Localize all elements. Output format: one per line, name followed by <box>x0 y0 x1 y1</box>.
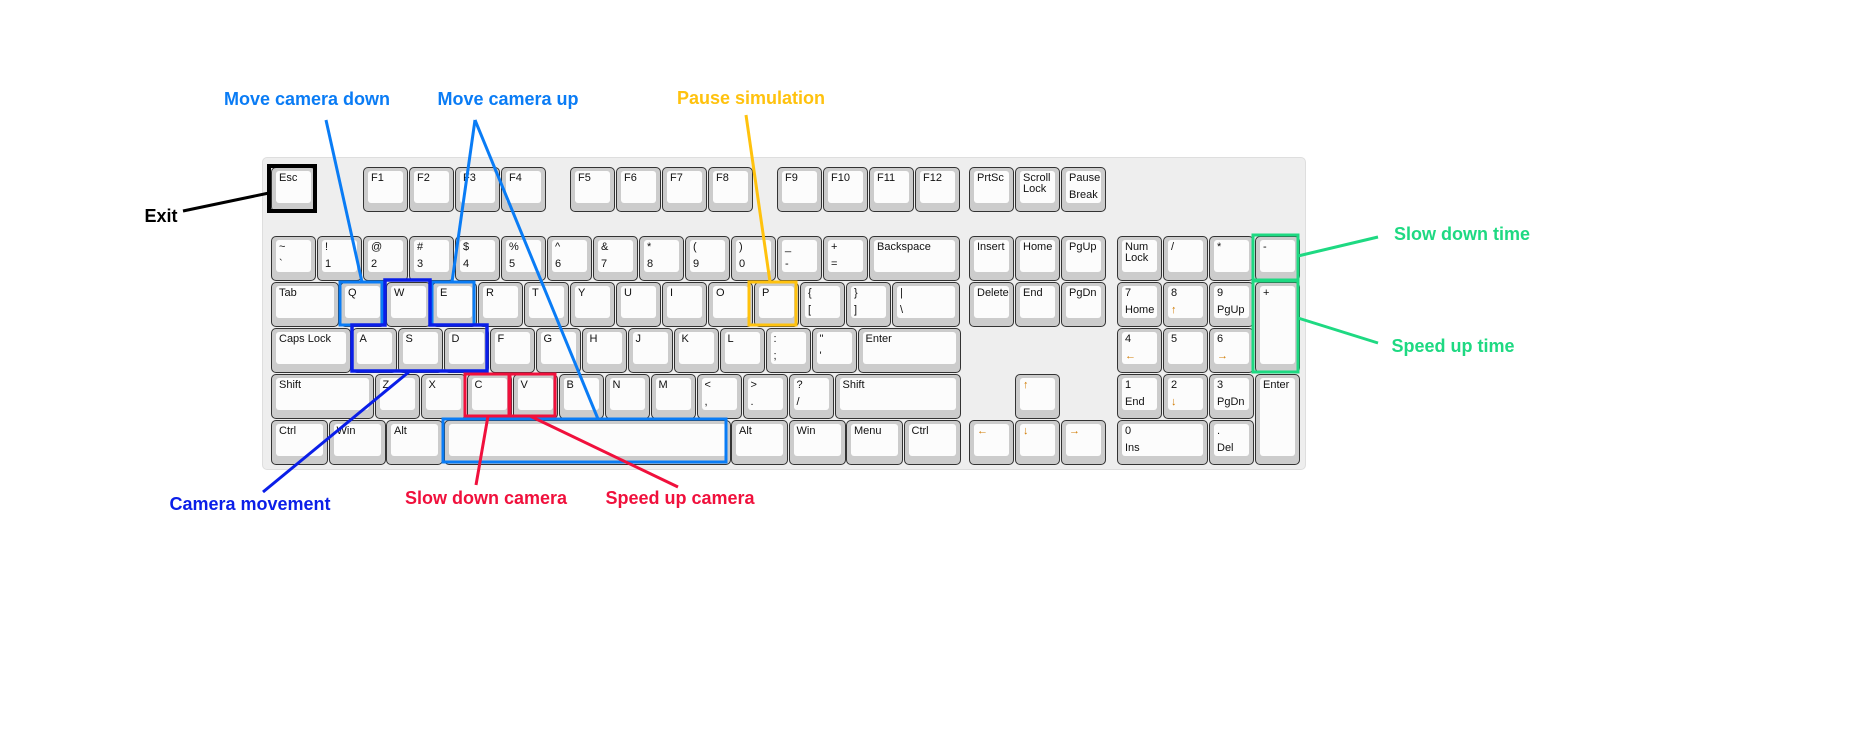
line-exit <box>182 191 270 213</box>
label-speed-up-time: Speed up time <box>1391 336 1515 356</box>
annotation-overlay <box>182 114 1379 494</box>
line-slow-down-time <box>1297 235 1379 258</box>
highlight-q <box>338 280 384 327</box>
highlight-c <box>463 372 511 418</box>
line-speed-up-camera <box>529 414 679 489</box>
label-exit: Exit <box>144 206 178 226</box>
highlight-numpad-plus <box>1251 279 1300 374</box>
highlight-p <box>747 280 798 327</box>
label-speed-up-camera: Speed up camera <box>605 488 755 508</box>
label-slow-down-time: Slow down time <box>1393 224 1531 244</box>
highlight-esc <box>267 164 317 213</box>
line-pause-simulation <box>744 114 772 283</box>
label-pause-simulation: Pause simulation <box>676 88 826 108</box>
highlight-wasd <box>350 278 489 373</box>
label-move-camera-up: Move camera up <box>437 89 579 109</box>
highlight-numpad-minus <box>1251 233 1300 282</box>
line-move-camera-down <box>324 119 364 283</box>
highlight-e <box>430 280 476 327</box>
label-camera-movement: Camera movement <box>169 494 331 514</box>
line-move-camera-up-e <box>450 119 477 283</box>
label-slow-down-camera: Slow down camera <box>404 488 568 508</box>
line-speed-up-time <box>1297 316 1379 345</box>
line-slow-down-camera <box>474 415 490 486</box>
label-move-camera-down: Move camera down <box>223 89 391 109</box>
highlight-v <box>508 372 557 418</box>
line-camera-movement <box>262 369 411 494</box>
